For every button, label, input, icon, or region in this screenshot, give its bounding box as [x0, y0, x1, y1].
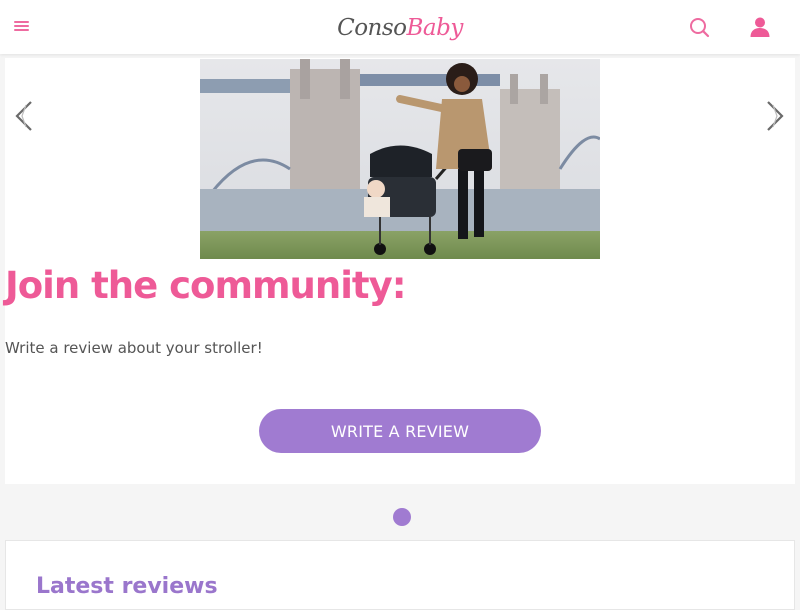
- carousel-pagination: [0, 508, 800, 526]
- hero-title: Join the community:: [5, 264, 407, 307]
- carousel-dot-active[interactable]: [392, 508, 411, 526]
- consobaby-logo[interactable]: Conso Baby: [320, 10, 480, 46]
- logo-text-conso: Conso: [337, 15, 407, 41]
- logo-text-baby: Baby: [406, 15, 464, 41]
- menu-icon[interactable]: [8, 13, 34, 39]
- write-review-button[interactable]: WRITE A REVIEW: [259, 409, 541, 453]
- hero-slide: Join the community: Write a review about…: [5, 58, 795, 484]
- latest-reviews-heading: Latest reviews: [36, 574, 218, 599]
- carousel-prev-chevron-left-icon[interactable]: [12, 99, 36, 133]
- carousel-next-chevron-right-icon[interactable]: [763, 99, 787, 133]
- user-icon[interactable]: [748, 15, 772, 39]
- hero-subtitle: Write a review about your stroller!: [5, 339, 263, 357]
- top-navigation-bar: Conso Baby: [0, 0, 800, 54]
- search-icon[interactable]: [688, 16, 712, 40]
- hero-image-stroller-london: [200, 59, 600, 259]
